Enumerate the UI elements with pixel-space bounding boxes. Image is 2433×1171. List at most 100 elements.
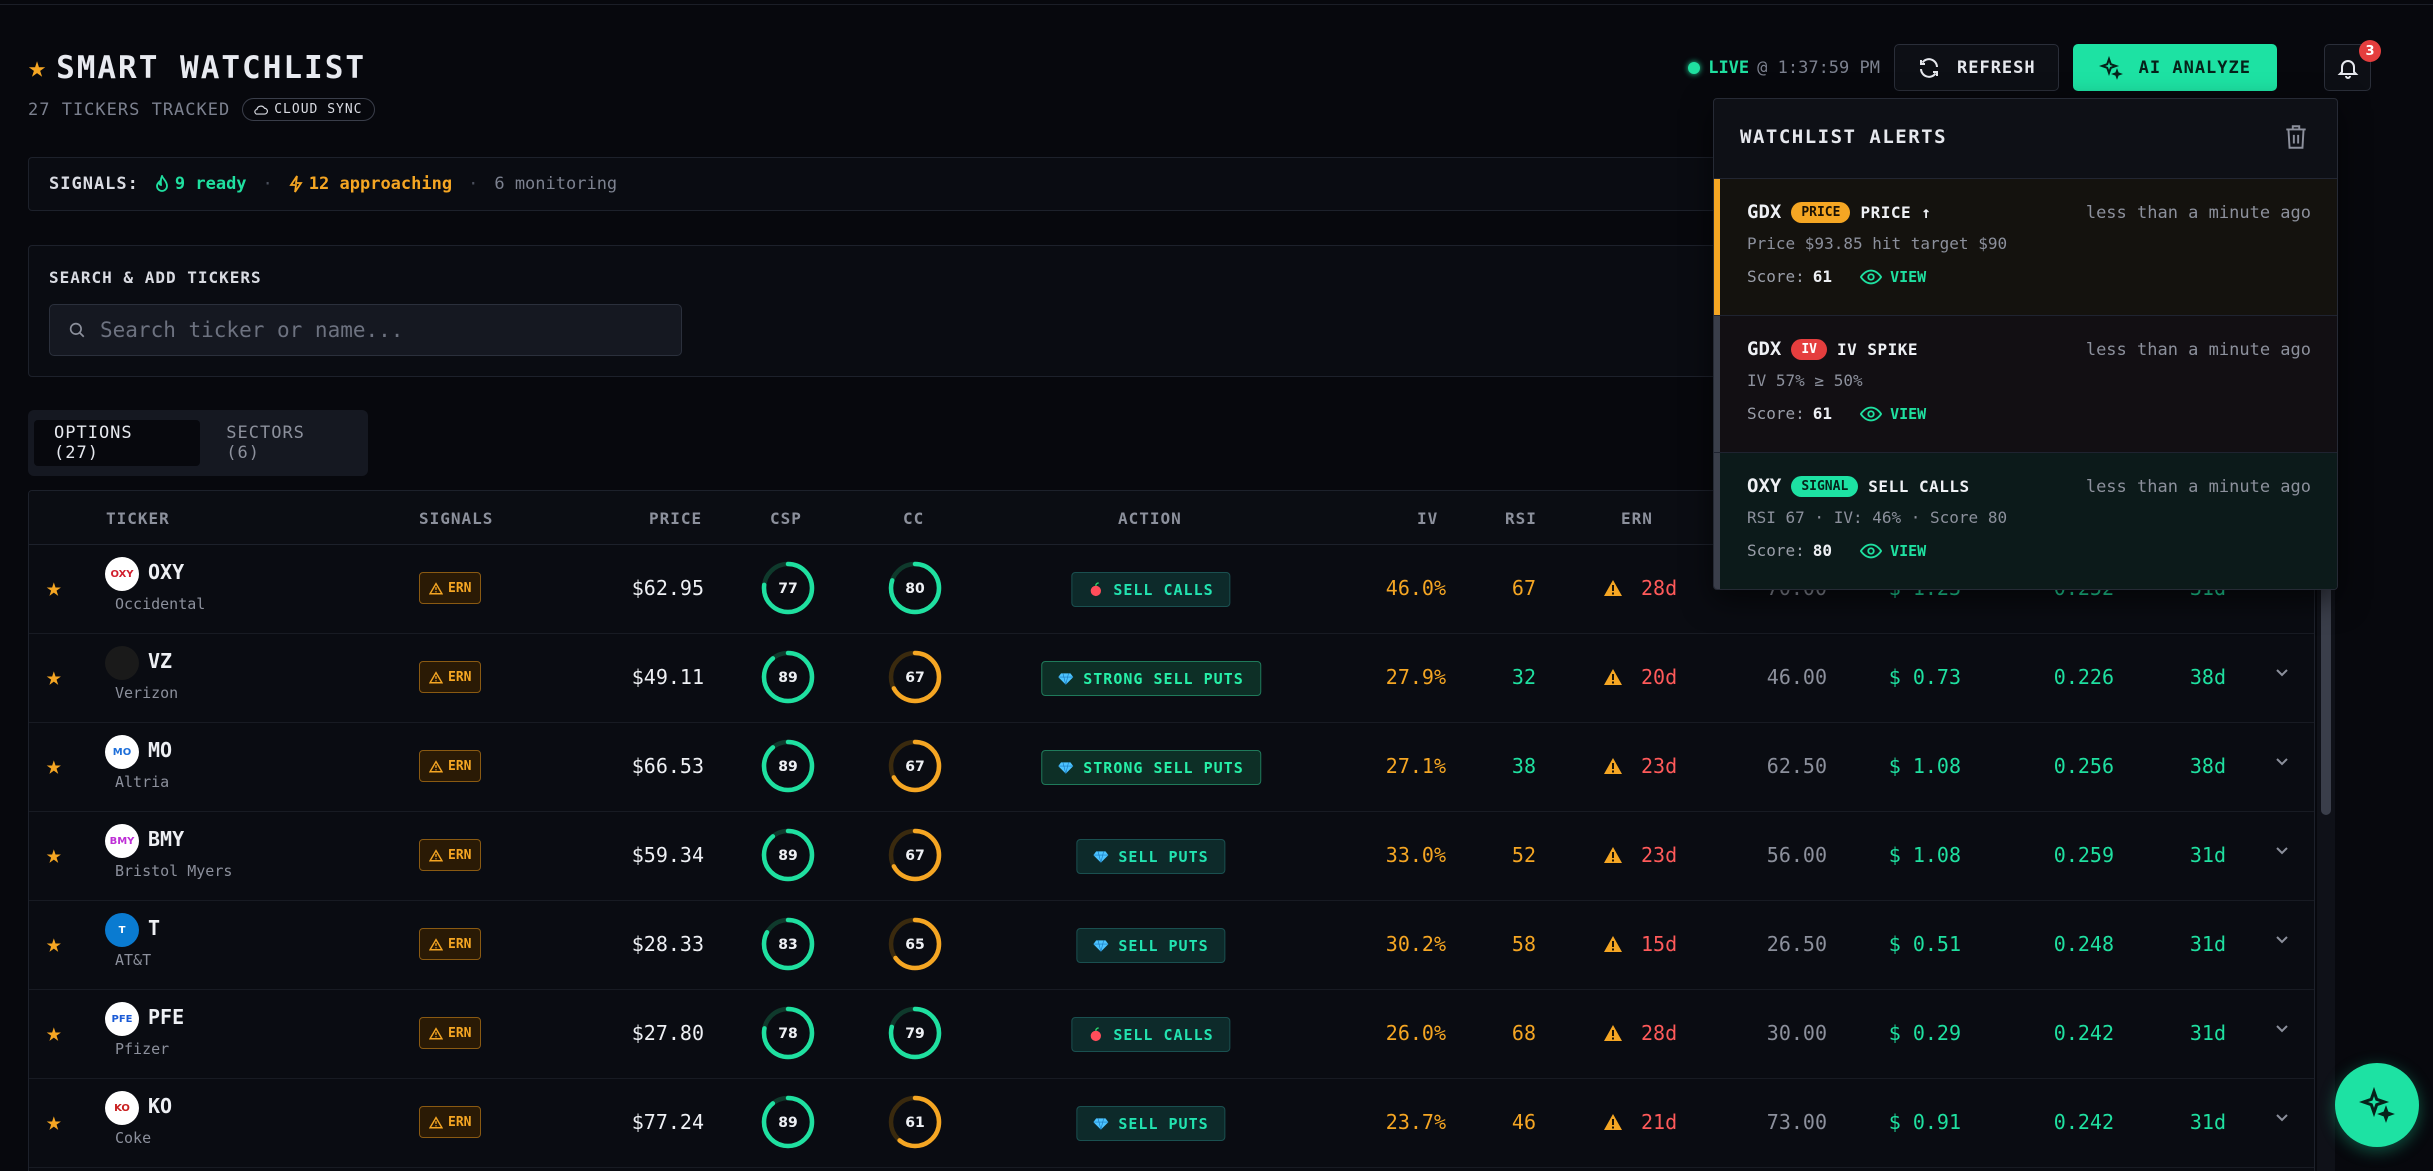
csp-ring-value: 89 [778,1115,797,1131]
company-name: AT&T [115,951,151,969]
ticker-symbol[interactable]: KO [148,1094,172,1118]
action-badge[interactable]: SELL PUTS [1076,928,1226,963]
ticker-symbol[interactable]: VZ [148,649,172,673]
scrollbar-thumb[interactable] [2321,565,2331,815]
cc-ring: 61 [888,1095,942,1149]
premium: $ 0.91 [1889,1110,1961,1134]
signals-label: SIGNALS: [49,174,139,194]
warning-outline-icon [429,759,443,772]
table-row[interactable]: ★ T T AT&T ERN $28.33 83 65 SELL PUTS 30… [29,901,2314,990]
col-ern[interactable]: ERN [1621,509,1653,528]
favorite-star-button[interactable]: ★ [46,1107,62,1137]
search-panel: SEARCH & ADD TICKERS [28,245,1728,377]
action-badge[interactable]: STRONG SELL PUTS [1041,750,1261,785]
col-iv[interactable]: IV [1417,509,1438,528]
action-badge[interactable]: SELL PUTS [1076,839,1226,874]
ticker-symbol[interactable]: T [148,916,160,940]
search-icon [69,322,85,338]
action-badge[interactable]: SELL CALLS [1071,1017,1231,1052]
col-cc[interactable]: CC [903,509,924,528]
table-scrollbar[interactable] [2317,555,2335,1171]
earnings-days-box: 21d [1603,1110,1677,1134]
alert-item[interactable]: GDX IV IV SPIKE less than a minute ago I… [1714,316,2337,453]
table-row[interactable]: ★ PFE PFE Pfizer ERN $27.80 78 79 SELL C… [29,990,2314,1079]
favorite-star-button[interactable]: ★ [46,662,62,692]
tab-sectors[interactable]: SECTORS (6) [206,420,362,466]
table-row[interactable]: ★ KO KO Coke ERN $77.24 89 61 SELL PUTS … [29,1079,2314,1168]
expand-row-button[interactable] [2275,846,2289,856]
favorite-star-button[interactable]: ★ [46,929,62,959]
action-button[interactable]: SELL PUTS [1076,1106,1226,1141]
ai-analyze-button[interactable]: AI ANALYZE [2072,44,2277,91]
col-ticker[interactable]: TICKER [106,509,170,528]
alert-view-button[interactable]: VIEW [1860,268,1926,286]
ai-assistant-fab[interactable] [2335,1063,2419,1147]
alert-score-row: Score: 61 VIEW [1747,267,1926,286]
signals-bar: SIGNALS: 9 ready · 12 approaching · 6 mo… [28,157,1728,211]
rsi: 67 [1512,576,1536,600]
cc-ring: 65 [888,917,942,971]
action-badge[interactable]: STRONG SELL PUTS [1041,661,1261,696]
action-button[interactable]: SELL CALLS [1071,572,1231,607]
ticker-symbol[interactable]: OXY [148,560,184,584]
cloud-icon [254,105,269,115]
signals-monitoring[interactable]: 6 monitoring [494,174,617,194]
action-badge[interactable]: SELL CALLS [1071,572,1231,607]
favorite-star-button[interactable]: ★ [46,751,62,781]
sparkles-icon [2359,1087,2395,1123]
ticker-symbol[interactable]: MO [148,738,172,762]
company-logo: BMY [105,824,139,858]
col-csp[interactable]: CSP [770,509,802,528]
search-box[interactable] [49,304,682,356]
favorite-star-button[interactable]: ★ [46,840,62,870]
expand-row-button[interactable] [2275,668,2289,678]
cc-ring: 67 [888,650,942,704]
expand-row-button[interactable] [2275,1024,2289,1034]
ticker-symbol[interactable]: PFE [148,1005,184,1029]
ern-badge: ERN [419,1017,482,1049]
action-button[interactable]: STRONG SELL PUTS [1041,750,1261,785]
col-action[interactable]: ACTION [1118,509,1182,528]
expand-row-button[interactable] [2275,757,2289,767]
action-button[interactable]: SELL PUTS [1076,839,1226,874]
alert-view-button[interactable]: VIEW [1860,405,1926,423]
chevron-down-icon [2276,936,2288,944]
earnings-days-box: 15d [1603,932,1677,956]
action-button[interactable]: SELL CALLS [1071,1017,1231,1052]
premium-value: $ 0.73 [1888,665,1961,689]
refresh-button[interactable]: REFRESH [1893,44,2059,91]
action-button[interactable]: STRONG SELL PUTS [1041,661,1261,696]
clear-alerts-button[interactable] [2283,123,2309,155]
price-value: $66.53 [631,754,704,778]
col-rsi[interactable]: RSI [1505,509,1537,528]
action-badge[interactable]: SELL PUTS [1076,1106,1226,1141]
tab-options[interactable]: OPTIONS (27) [34,420,201,466]
ticker-symbol[interactable]: BMY [148,827,184,851]
action-button[interactable]: SELL PUTS [1076,928,1226,963]
cc-ring-value: 67 [905,759,924,775]
dte-value: 31d [2189,932,2226,956]
eye-icon [1860,269,1883,284]
alert-item[interactable]: OXY SIGNAL SELL CALLS less than a minute… [1714,453,2337,589]
alert-item[interactable]: GDX PRICE PRICE ↑ less than a minute ago… [1714,179,2337,316]
top-border [0,0,2433,5]
alert-view-button[interactable]: VIEW [1860,542,1926,560]
signals-approaching[interactable]: 12 approaching [289,174,452,194]
col-price[interactable]: PRICE [649,509,702,528]
favorite-star-button[interactable]: ★ [46,1018,62,1048]
alert-type: SELL CALLS [1868,476,1970,496]
col-signals[interactable]: SIGNALS [419,509,493,528]
delta: 0.242 [2054,1110,2114,1134]
dte: 31d [2190,843,2226,867]
company-logo [105,646,139,680]
earnings-days-value: 21d [1641,1110,1678,1134]
table-row[interactable]: ★ MO MO Altria ERN $66.53 89 67 STRONG S… [29,723,2314,812]
expand-row-button[interactable] [2275,935,2289,945]
expand-row-button[interactable] [2275,1113,2289,1123]
favorite-star-button[interactable]: ★ [46,573,62,603]
ern-badge: ERN [419,661,482,693]
signals-ready[interactable]: 9 ready [155,174,247,194]
table-row[interactable]: ★ BMY BMY Bristol Myers ERN $59.34 89 67… [29,812,2314,901]
table-row[interactable]: ★ VZ Verizon ERN $49.11 89 67 STRONG SEL… [29,634,2314,723]
search-input[interactable] [100,318,660,342]
